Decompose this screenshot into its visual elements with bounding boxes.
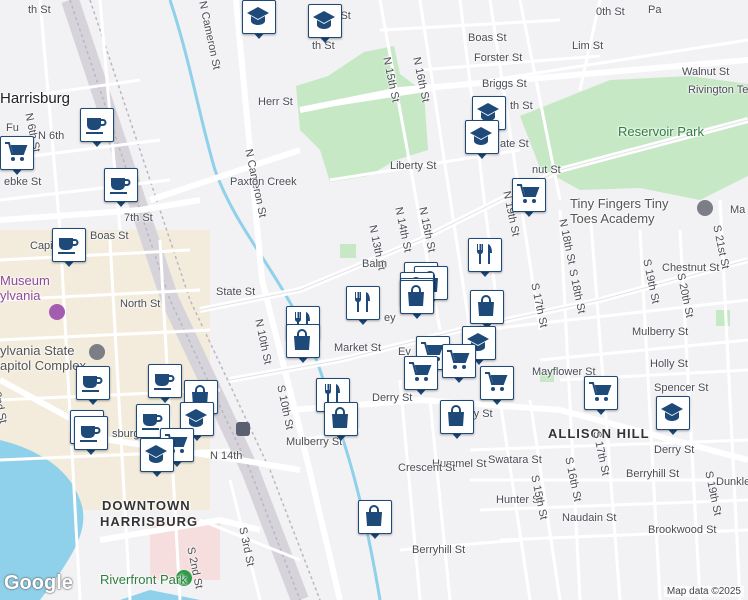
map-label: N 6th (38, 130, 65, 142)
map-label: th St (28, 4, 51, 16)
map-attribution[interactable]: Map data ©2025 (663, 586, 744, 597)
grocery-marker-icon[interactable] (404, 356, 438, 395)
shopping-marker-icon[interactable] (400, 280, 434, 319)
map-label: Boas St (90, 230, 129, 242)
map-label: Derry St (372, 392, 413, 404)
map-label: Crescent St (398, 462, 456, 474)
map-label: nut St (532, 164, 561, 176)
school-marker-icon[interactable] (242, 0, 276, 39)
map-label: ey (384, 312, 396, 324)
map-label: 0th St (596, 6, 625, 18)
shopping-marker-icon[interactable] (440, 400, 474, 439)
school-marker-icon[interactable] (656, 396, 690, 435)
map-label: DOWNTOWN (102, 498, 191, 513)
train-station-icon[interactable] (236, 422, 250, 436)
map-label: Berryhill St (626, 468, 680, 480)
map-label: Liberty St (390, 160, 437, 172)
school-poi-icon[interactable] (697, 200, 713, 216)
map-label: Lim St (572, 40, 604, 52)
map-label: Mulberry St (632, 326, 689, 338)
map-label: Chestnut St (662, 262, 720, 274)
map-label: Berryhill St (412, 544, 466, 556)
cafe-marker-icon[interactable] (52, 228, 86, 267)
map-label: apitol Complex (0, 358, 86, 373)
map-label: ylvania (0, 288, 41, 303)
restaurant-marker-icon[interactable] (346, 286, 380, 325)
map-label: Dunkle St (716, 476, 748, 488)
map-label: Walnut St (682, 66, 730, 78)
capitol-poi-icon[interactable] (89, 344, 105, 360)
map-label: Forster St (474, 52, 523, 64)
map-label: State St (216, 286, 256, 298)
map-label: Balm (362, 258, 388, 270)
restaurant-marker-icon[interactable] (468, 238, 502, 277)
map-label: HARRISBURG (100, 514, 199, 529)
cafe-marker-icon[interactable] (148, 364, 182, 403)
grocery-marker-icon[interactable] (442, 344, 476, 383)
map-label: Paxton Creek (230, 176, 297, 188)
map-label: N 14th (210, 450, 243, 462)
cafe-marker-icon[interactable] (104, 168, 138, 207)
shopping-marker-icon[interactable] (286, 324, 320, 363)
map-label: Ma (730, 204, 746, 216)
cafe-marker-icon[interactable] (74, 416, 108, 455)
grocery-marker-icon[interactable] (480, 366, 514, 405)
school-marker-icon[interactable] (465, 120, 499, 159)
school-marker-icon[interactable] (140, 438, 174, 477)
map-label: Brookwood St (648, 524, 717, 536)
school-marker-icon[interactable] (308, 4, 342, 43)
map-label: Rivington Te (688, 84, 748, 96)
grocery-marker-icon[interactable] (512, 178, 546, 217)
grocery-marker-icon[interactable] (0, 136, 34, 175)
map-label: Pa (648, 4, 662, 16)
map-label: Riverfront Park (100, 572, 187, 587)
shopping-marker-icon[interactable] (324, 402, 358, 441)
map-label: Holly St (650, 358, 688, 370)
map-label: Market St (334, 342, 382, 354)
map-label: Derry St (654, 444, 695, 456)
map-label: ate St (500, 138, 529, 150)
map-label: Boas St (468, 32, 507, 44)
cafe-marker-icon[interactable] (76, 366, 110, 405)
map-label: Herr St (258, 96, 293, 108)
map-label: ylvania State (0, 343, 75, 358)
map-label: Swatara St (488, 454, 542, 466)
map-label: Toes Academy (570, 211, 655, 226)
map-label: Tiny Fingers Tiny (570, 196, 669, 211)
map-label: North St (120, 298, 161, 310)
map-label: ebke St (4, 176, 42, 188)
shopping-marker-icon[interactable] (358, 500, 392, 539)
cafe-marker-icon[interactable] (80, 108, 114, 147)
map-label: Reservoir Park (618, 124, 704, 139)
google-logo[interactable]: Google (4, 572, 73, 595)
grocery-marker-icon[interactable] (584, 376, 618, 415)
map-label: Harrisburg (0, 90, 71, 107)
map-label: Museum (0, 273, 50, 288)
map-label: Fu (6, 122, 19, 134)
museum-poi-icon[interactable] (49, 304, 65, 320)
map-label: Naudain St (562, 512, 617, 524)
map-label: th St (510, 100, 533, 112)
shopping-marker-icon[interactable] (470, 290, 504, 329)
map-label: Spencer St (654, 382, 709, 394)
map-label: 7th St (124, 212, 153, 224)
map-label: Briggs St (482, 78, 527, 90)
